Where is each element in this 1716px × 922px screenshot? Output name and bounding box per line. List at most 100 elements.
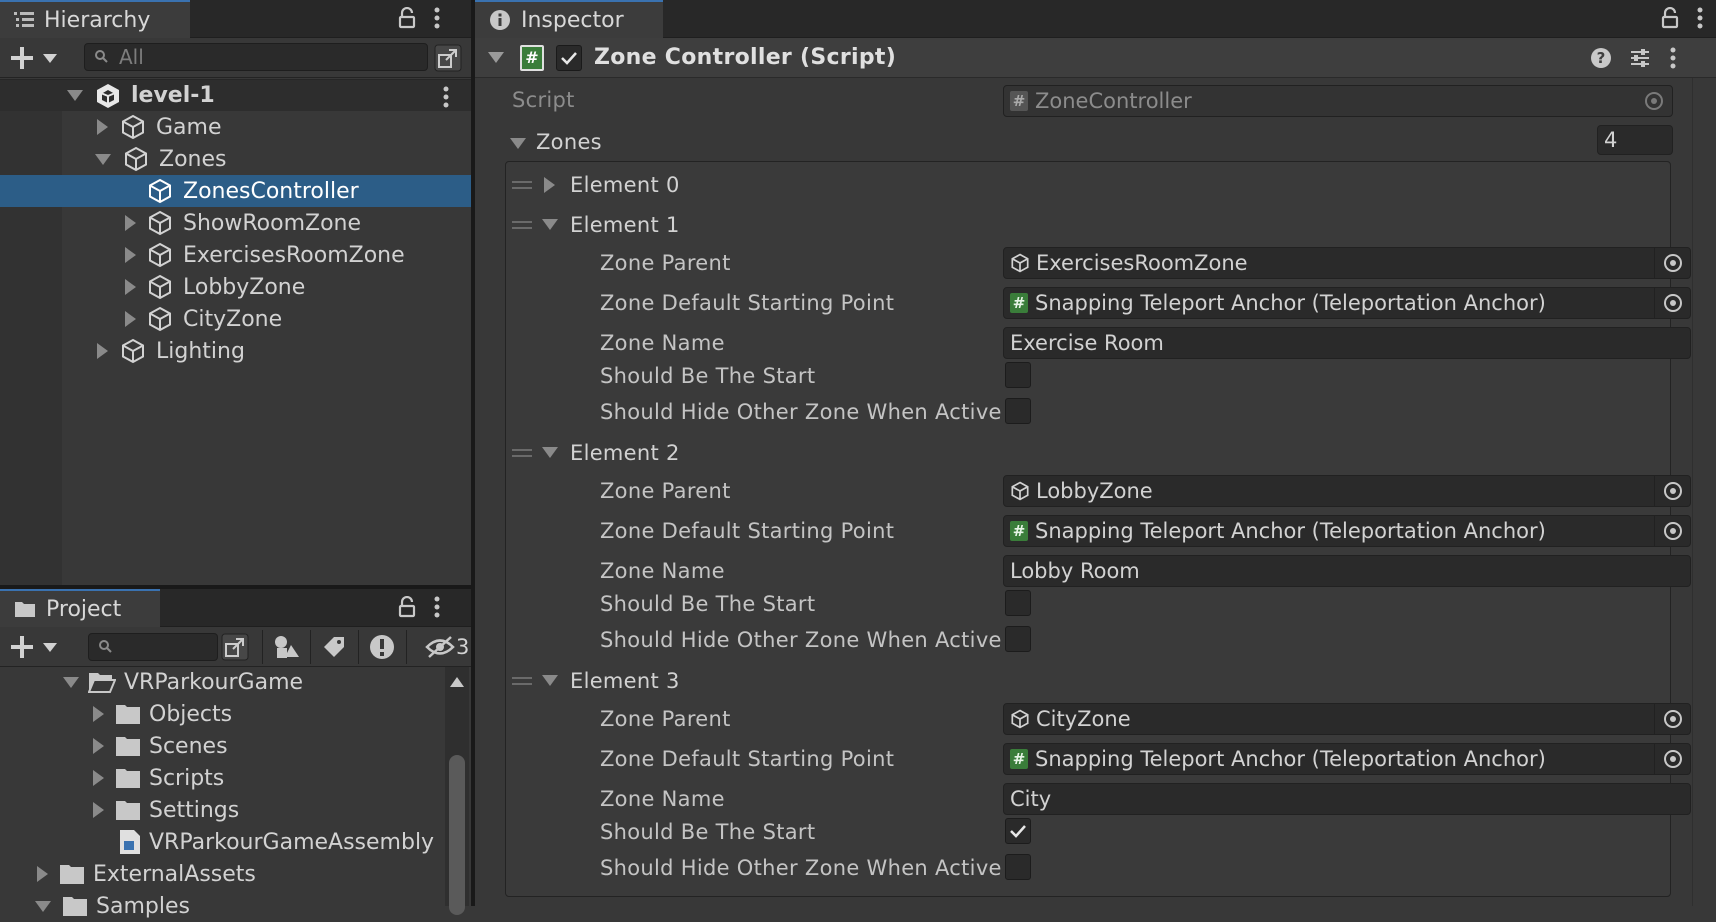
hierarchy-item-game[interactable]: Game <box>0 111 471 143</box>
expand-arrow-icon[interactable] <box>35 900 51 912</box>
object-picker-button[interactable] <box>1654 476 1690 506</box>
filter-by-label-button[interactable] <box>310 630 356 664</box>
scene-kebab-icon[interactable] <box>443 86 449 108</box>
hierarchy-tab[interactable]: Hierarchy <box>0 0 190 38</box>
project-item-assembly[interactable]: VRParkourGameAssembly <box>0 826 445 858</box>
kebab-menu-icon[interactable] <box>1697 7 1703 29</box>
expand-arrow-icon[interactable] <box>542 447 558 458</box>
gameobject-cube-icon <box>149 242 171 268</box>
expand-arrow-icon[interactable] <box>125 279 136 295</box>
hierarchy-item-lobbyzone[interactable]: LobbyZone <box>0 271 471 303</box>
expand-arrow-icon[interactable] <box>125 215 136 231</box>
zones-size-input[interactable]: 4 <box>1597 125 1673 155</box>
project-scrollbar[interactable] <box>445 667 469 915</box>
zone-default-start-field[interactable]: # Snapping Teleport Anchor (Teleportatio… <box>1003 287 1691 319</box>
expand-arrow-icon[interactable] <box>95 153 111 165</box>
kebab-menu-icon[interactable] <box>434 7 440 29</box>
kebab-menu-icon[interactable] <box>434 596 440 618</box>
add-icon[interactable] <box>10 635 34 659</box>
zone-default-start-field[interactable]: # Snapping Teleport Anchor (Teleportatio… <box>1003 743 1691 775</box>
element-1-title[interactable]: Element 1 <box>570 213 680 237</box>
project-item-externalassets[interactable]: ExternalAssets <box>0 858 445 890</box>
expand-arrow-icon[interactable] <box>125 311 136 327</box>
hidden-packages-button[interactable]: 3 <box>406 630 471 664</box>
expand-arrow-icon[interactable] <box>488 52 504 63</box>
drag-handle-icon[interactable] <box>512 221 532 229</box>
expand-arrow-icon[interactable] <box>93 802 104 818</box>
should-be-start-checkbox[interactable] <box>1005 818 1031 844</box>
chevron-down-icon[interactable] <box>43 643 57 652</box>
object-picker-button[interactable] <box>1654 744 1690 774</box>
project-item-samples[interactable]: Samples <box>0 890 445 922</box>
zone-parent-field[interactable]: LobbyZone <box>1003 475 1691 507</box>
expand-arrow-icon[interactable] <box>93 738 104 754</box>
filter-by-type-button[interactable] <box>262 630 308 664</box>
component-header[interactable]: # Zone Controller (Script) ? <box>475 38 1716 78</box>
expand-arrow-icon[interactable] <box>97 119 108 135</box>
should-hide-checkbox[interactable] <box>1005 626 1031 652</box>
hierarchy-item-zones[interactable]: Zones <box>0 143 471 175</box>
should-be-start-checkbox[interactable] <box>1005 362 1031 388</box>
expand-arrow-icon[interactable] <box>542 219 558 230</box>
project-item-vrparkourgame[interactable]: VRParkourGame <box>0 666 445 698</box>
element-3-title[interactable]: Element 3 <box>570 669 680 693</box>
project-item-settings[interactable]: Settings <box>0 794 445 826</box>
object-picker-button[interactable] <box>1654 288 1690 318</box>
zone-default-start-field[interactable]: # Snapping Teleport Anchor (Teleportatio… <box>1003 515 1691 547</box>
zone-name-input[interactable]: City <box>1003 783 1691 815</box>
expand-arrow-icon[interactable] <box>125 247 136 263</box>
scroll-up-icon[interactable] <box>450 677 464 687</box>
element-2-title[interactable]: Element 2 <box>570 441 680 465</box>
lock-icon[interactable] <box>398 596 416 618</box>
zone-parent-field[interactable]: ExercisesRoomZone <box>1003 247 1691 279</box>
project-search-input[interactable] <box>88 633 218 661</box>
expand-arrow-icon[interactable] <box>93 706 104 722</box>
show-errors-button[interactable] <box>358 630 404 664</box>
drag-handle-icon[interactable] <box>512 677 532 685</box>
inspector-scrollbar[interactable] <box>1692 78 1716 906</box>
zone-parent-field[interactable]: CityZone <box>1003 703 1691 735</box>
should-be-start-checkbox[interactable] <box>1005 590 1031 616</box>
chevron-down-icon[interactable] <box>43 54 57 63</box>
expand-arrow-icon[interactable] <box>510 138 526 149</box>
hierarchy-item-exercisesroomzone[interactable]: ExercisesRoomZone <box>0 239 471 271</box>
should-hide-checkbox[interactable] <box>1005 854 1031 880</box>
expand-arrow-icon[interactable] <box>63 676 79 688</box>
object-picker-button[interactable] <box>1654 248 1690 278</box>
hierarchy-search-input[interactable]: All <box>84 43 428 71</box>
open-external-icon[interactable] <box>221 633 249 661</box>
hierarchy-item-lighting[interactable]: Lighting <box>0 335 471 367</box>
hierarchy-item-showroomzone[interactable]: ShowRoomZone <box>0 207 471 239</box>
object-picker-button[interactable] <box>1654 516 1690 546</box>
presets-sliders-icon[interactable] <box>1629 47 1651 69</box>
project-tab[interactable]: Project <box>0 589 160 627</box>
expand-arrow-icon[interactable] <box>97 343 108 359</box>
help-icon[interactable]: ? <box>1590 47 1612 69</box>
element-0-title[interactable]: Element 0 <box>570 173 680 197</box>
should-hide-checkbox[interactable] <box>1005 398 1031 424</box>
project-item-objects[interactable]: Objects <box>0 698 445 730</box>
zone-name-input[interactable]: Exercise Room <box>1003 327 1691 359</box>
inspector-tab[interactable]: Inspector <box>475 0 663 38</box>
lock-icon[interactable] <box>1661 7 1679 29</box>
lock-icon[interactable] <box>398 7 416 29</box>
component-enabled-checkbox[interactable] <box>556 44 582 71</box>
component-kebab-icon[interactable] <box>1670 47 1676 69</box>
object-picker-button[interactable] <box>1654 704 1690 734</box>
hierarchy-item-cityzone[interactable]: CityZone <box>0 303 471 335</box>
project-item-scenes[interactable]: Scenes <box>0 730 445 762</box>
scrollbar-thumb[interactable] <box>449 755 465 915</box>
expand-arrow-icon[interactable] <box>542 675 558 686</box>
drag-handle-icon[interactable] <box>512 181 532 189</box>
zone-name-input[interactable]: Lobby Room <box>1003 555 1691 587</box>
expand-arrow-icon[interactable] <box>544 177 555 193</box>
drag-handle-icon[interactable] <box>512 449 532 457</box>
expand-arrow-icon[interactable] <box>67 90 83 101</box>
project-item-scripts[interactable]: Scripts <box>0 762 445 794</box>
expand-arrow-icon[interactable] <box>37 866 48 882</box>
hierarchy-item-zonescontroller[interactable]: ZonesController <box>0 175 471 207</box>
open-external-icon[interactable] <box>434 44 462 72</box>
add-icon[interactable] <box>10 46 34 70</box>
scene-row[interactable]: level-1 <box>0 79 471 111</box>
expand-arrow-icon[interactable] <box>93 770 104 786</box>
